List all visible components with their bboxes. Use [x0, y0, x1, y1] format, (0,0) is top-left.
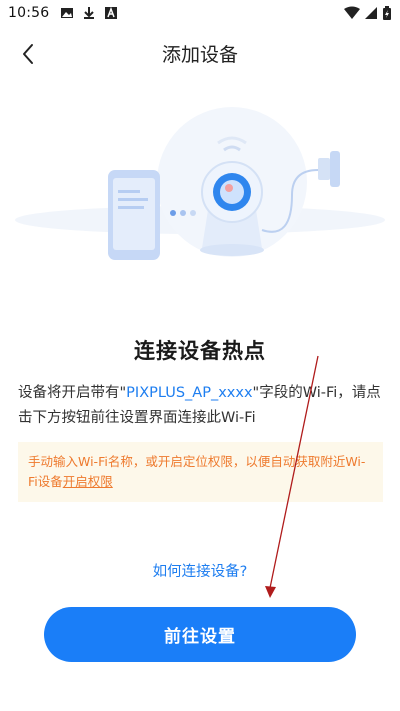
ssid-highlight: PIXPLUS_AP_xxxx: [126, 385, 253, 401]
app-icon: [105, 6, 117, 19]
description-prefix: 设备将开启带有": [18, 385, 127, 401]
permission-notice: 手动输入Wi-Fi名称，或开启定位权限，以便自动获取附近Wi-Fi设备开启权限: [18, 442, 383, 502]
battery-icon: [383, 6, 391, 20]
power-plug-icon: [318, 151, 340, 187]
go-to-settings-button[interactable]: 前往设置: [44, 607, 356, 662]
phone-icon: [108, 170, 160, 260]
download-icon: [84, 7, 94, 19]
status-left-icons: [60, 6, 118, 20]
status-time: 10:56: [8, 5, 50, 21]
wifi-icon: [344, 6, 360, 19]
section-title: 连接设备热点: [134, 339, 266, 363]
image-icon: [61, 8, 73, 18]
status-right-icons: [344, 6, 392, 20]
enable-permission-link[interactable]: 开启权限: [63, 474, 113, 489]
page-title: 添加设备: [161, 44, 238, 66]
how-to-connect-link[interactable]: 如何连接设备?: [0, 560, 400, 581]
camera-icon: [200, 161, 264, 256]
device-connection-illustration: [15, 107, 385, 260]
status-bar: 10:56: [0, 0, 400, 28]
signal-icon: [365, 7, 377, 19]
description: 设备将开启带有"PIXPLUS_AP_xxxx"字段的Wi-Fi，请点击下方按钮…: [18, 381, 383, 431]
